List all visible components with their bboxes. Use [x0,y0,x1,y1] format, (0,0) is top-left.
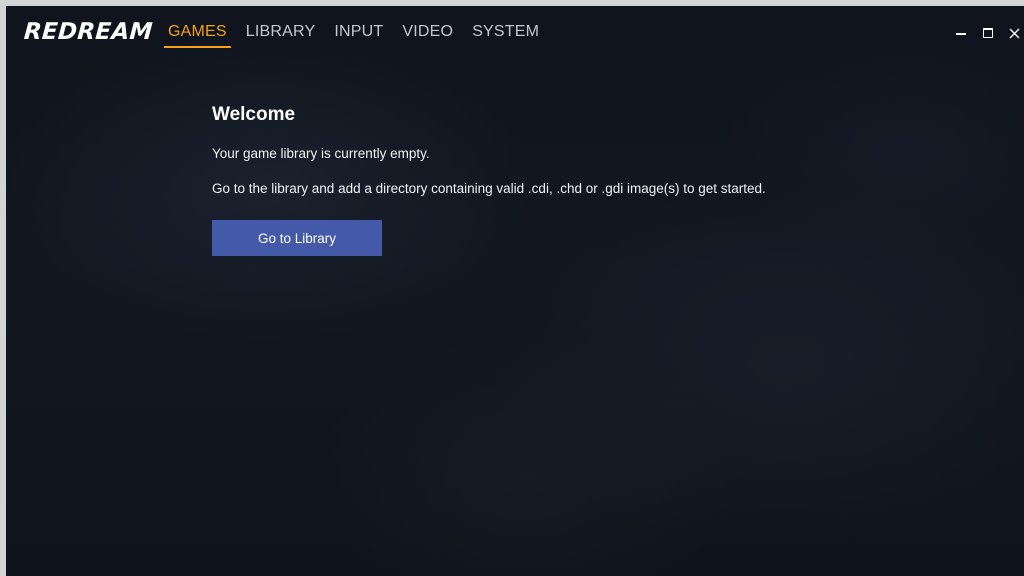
app-logo: REDREAM [23,19,154,45]
app-window: REDREAM GAMES LIBRARY INPUT VIDEO SYSTEM… [0,0,1024,576]
tab-system[interactable]: SYSTEM [468,23,543,48]
top-bar: REDREAM GAMES LIBRARY INPUT VIDEO SYSTEM [6,6,1024,62]
close-glyph [1009,28,1019,38]
empty-library-message: Your game library is currently empty. [212,146,430,161]
page-title: Welcome [212,104,296,125]
welcome-panel: Welcome Your game library is currently e… [212,104,912,256]
instructions-message: Go to the library and add a directory co… [212,181,766,196]
maximize-icon[interactable] [979,24,997,42]
tab-library[interactable]: LIBRARY [242,23,320,48]
close-icon[interactable] [1005,24,1023,42]
tab-games[interactable]: GAMES [164,23,231,48]
go-to-library-button[interactable]: Go to Library [212,220,382,256]
minimize-icon[interactable] [952,24,970,42]
tab-input[interactable]: INPUT [330,23,387,48]
main-nav: GAMES LIBRARY INPUT VIDEO SYSTEM [164,23,554,48]
tab-video[interactable]: VIDEO [398,23,457,48]
